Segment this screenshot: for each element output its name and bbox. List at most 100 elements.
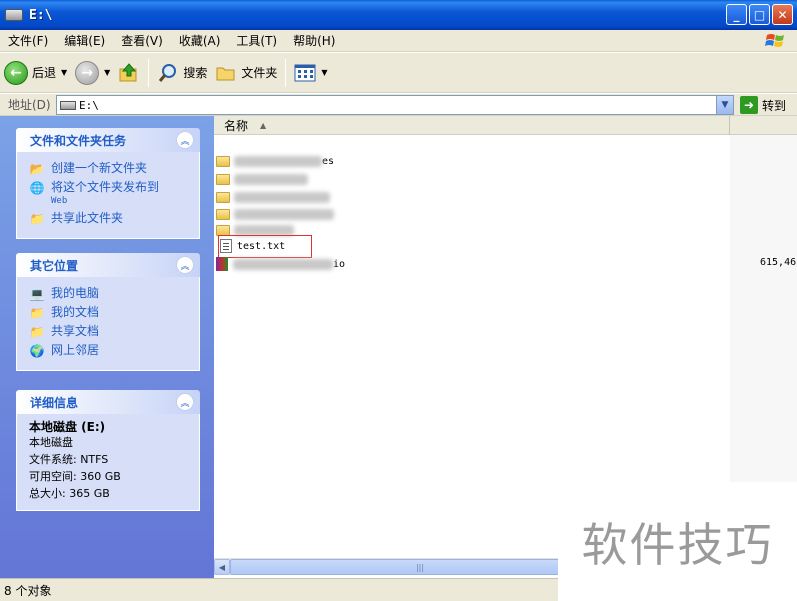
list-item[interactable]: es bbox=[216, 153, 334, 169]
free-space: 可用空间: 360 GB bbox=[29, 470, 121, 483]
panel-header[interactable]: 其它位置 ︽ bbox=[16, 253, 200, 277]
folder-up-icon bbox=[119, 62, 137, 81]
item-name: test.txt bbox=[237, 240, 286, 252]
column-header: 名称 ▲ bbox=[214, 116, 797, 135]
menu-edit[interactable]: 编辑(E) bbox=[56, 32, 113, 49]
name-column-header[interactable]: 名称 ▲ bbox=[214, 116, 730, 135]
forward-arrow-icon: → bbox=[75, 60, 100, 85]
address-bar: 地址(D) E:\ ▼ ➜ 转到 bbox=[0, 94, 797, 116]
list-item[interactable] bbox=[216, 206, 334, 222]
panel-header[interactable]: 详细信息 ︽ bbox=[16, 390, 200, 414]
go-button[interactable]: ➜ 转到 bbox=[740, 96, 786, 114]
back-dropdown-icon[interactable]: ▼ bbox=[61, 68, 67, 77]
place-shared-documents[interactable]: 📁 共享文档 bbox=[29, 324, 191, 340]
menu-bar: 文件(F) 编辑(E) 查看(V) 收藏(A) 工具(T) 帮助(H) bbox=[0, 30, 797, 52]
my-computer-icon: 💻 bbox=[29, 287, 45, 301]
redacted-name bbox=[234, 173, 308, 185]
item-name-suffix: es bbox=[322, 155, 335, 167]
redacted-name bbox=[234, 155, 322, 167]
list-item[interactable]: io bbox=[216, 256, 345, 272]
panel-title: 其它位置 bbox=[30, 258, 79, 273]
folder-icon bbox=[216, 208, 230, 220]
folders-icon bbox=[216, 67, 235, 80]
details-panel: 详细信息 ︽ 本地磁盘 (E:) 本地磁盘 文件系统: NTFS 可用空间: 3… bbox=[16, 390, 200, 511]
panel-body: 📂 创建一个新文件夹 🌐 将这个文件夹发布到 Web 📁 共享此文件夹 bbox=[16, 152, 200, 239]
minimize-button[interactable]: _ bbox=[726, 4, 747, 25]
redacted-name bbox=[234, 191, 330, 203]
title-bar[interactable]: E:\ _ □ ✕ bbox=[0, 0, 797, 30]
folder-icon bbox=[216, 155, 230, 167]
collapse-icon[interactable]: ︽ bbox=[176, 393, 194, 411]
back-label: 后退 bbox=[32, 66, 57, 80]
views-button[interactable]: ▼ bbox=[290, 56, 331, 90]
panel-body: 本地磁盘 (E:) 本地磁盘 文件系统: NTFS 可用空间: 360 GB 总… bbox=[16, 414, 200, 511]
menu-file[interactable]: 文件(F) bbox=[0, 32, 56, 49]
scroll-left-icon[interactable]: ◀ bbox=[214, 559, 230, 575]
file-system: 文件系统: NTFS bbox=[29, 453, 109, 466]
size-column-header[interactable] bbox=[731, 116, 797, 135]
drive-type: 本地磁盘 bbox=[29, 436, 73, 449]
collapse-icon[interactable]: ︽ bbox=[176, 131, 194, 149]
address-value[interactable]: E:\ bbox=[79, 99, 99, 112]
my-documents-icon: 📁 bbox=[29, 306, 45, 320]
task-new-folder[interactable]: 📂 创建一个新文件夹 bbox=[29, 161, 191, 177]
other-places-panel: 其它位置 ︽ 💻 我的电脑 📁 我的文档 📁 共享文档 🌍 网上邻居 bbox=[16, 253, 200, 371]
address-dropdown-icon[interactable]: ▼ bbox=[716, 96, 733, 114]
task-share-folder[interactable]: 📁 共享此文件夹 bbox=[29, 211, 191, 227]
collapse-icon[interactable]: ︽ bbox=[176, 256, 194, 274]
views-dropdown-icon[interactable]: ▼ bbox=[321, 68, 327, 77]
total-size: 总大小: 365 GB bbox=[29, 487, 110, 500]
task-label: 共享此文件夹 bbox=[51, 211, 124, 225]
file-folder-tasks-panel: 文件和文件夹任务 ︽ 📂 创建一个新文件夹 🌐 将这个文件夹发布到 Web 📁 共… bbox=[16, 128, 200, 239]
folder-icon bbox=[216, 173, 230, 185]
back-button[interactable]: ← 后退 ▼ bbox=[0, 56, 71, 90]
panel-header[interactable]: 文件和文件夹任务 ︽ bbox=[16, 128, 200, 152]
folder-icon bbox=[216, 224, 230, 236]
maximize-button[interactable]: □ bbox=[749, 4, 770, 25]
panel-title: 文件和文件夹任务 bbox=[30, 133, 127, 148]
place-label: 我的电脑 bbox=[51, 286, 100, 300]
scroll-thumb[interactable]: ||| bbox=[230, 559, 610, 575]
drive-name: 本地磁盘 (E:) bbox=[29, 420, 106, 434]
menu-favorites[interactable]: 收藏(A) bbox=[171, 32, 229, 49]
list-item[interactable] bbox=[216, 189, 330, 205]
folder-icon bbox=[216, 191, 230, 203]
redacted-name bbox=[233, 258, 333, 270]
watermark-text: 软件技巧 bbox=[581, 517, 774, 572]
task-publish-web[interactable]: 🌐 将这个文件夹发布到 Web bbox=[29, 180, 191, 208]
place-label: 我的文档 bbox=[51, 305, 100, 319]
back-arrow-icon: ← bbox=[4, 60, 28, 85]
new-folder-icon: 📂 bbox=[29, 162, 45, 176]
menu-help[interactable]: 帮助(H) bbox=[285, 32, 343, 49]
panel-title: 详细信息 bbox=[30, 395, 79, 410]
list-item[interactable] bbox=[216, 171, 308, 187]
network-places-icon: 🌍 bbox=[29, 344, 45, 358]
place-network[interactable]: 🌍 网上邻居 bbox=[29, 343, 191, 359]
window-title: E:\ bbox=[29, 7, 53, 23]
list-item[interactable]: test.txt bbox=[220, 238, 285, 254]
toolbar: ← 后退 ▼ → ▼ 搜索 文件夹 ▼ bbox=[0, 53, 797, 93]
publish-web-icon: 🌐 bbox=[29, 181, 45, 195]
place-label: 网上邻居 bbox=[51, 343, 100, 357]
name-column-label: 名称 bbox=[224, 119, 249, 133]
search-button[interactable]: 搜索 bbox=[153, 56, 211, 90]
folders-button[interactable]: 文件夹 bbox=[211, 56, 281, 90]
text-file-icon bbox=[220, 239, 232, 253]
close-button[interactable]: ✕ bbox=[772, 4, 793, 25]
place-my-documents[interactable]: 📁 我的文档 bbox=[29, 305, 191, 321]
place-my-computer[interactable]: 💻 我的电脑 bbox=[29, 286, 191, 302]
up-button[interactable] bbox=[114, 56, 144, 90]
archive-icon bbox=[216, 257, 228, 271]
status-text: 8 个对象 bbox=[4, 583, 52, 598]
folders-label: 文件夹 bbox=[241, 66, 278, 80]
windows-logo-icon bbox=[765, 34, 784, 47]
task-label: 将这个文件夹发布到 Web bbox=[51, 180, 160, 206]
forward-dropdown-icon[interactable]: ▼ bbox=[104, 68, 110, 77]
menu-view[interactable]: 查看(V) bbox=[113, 32, 171, 49]
redacted-name bbox=[234, 208, 334, 220]
menu-tools[interactable]: 工具(T) bbox=[228, 32, 285, 49]
address-input[interactable]: E:\ ▼ bbox=[56, 95, 734, 115]
place-label: 共享文档 bbox=[51, 324, 100, 338]
watermark: 软件技巧 bbox=[558, 482, 797, 601]
forward-button[interactable]: → ▼ bbox=[71, 56, 114, 90]
